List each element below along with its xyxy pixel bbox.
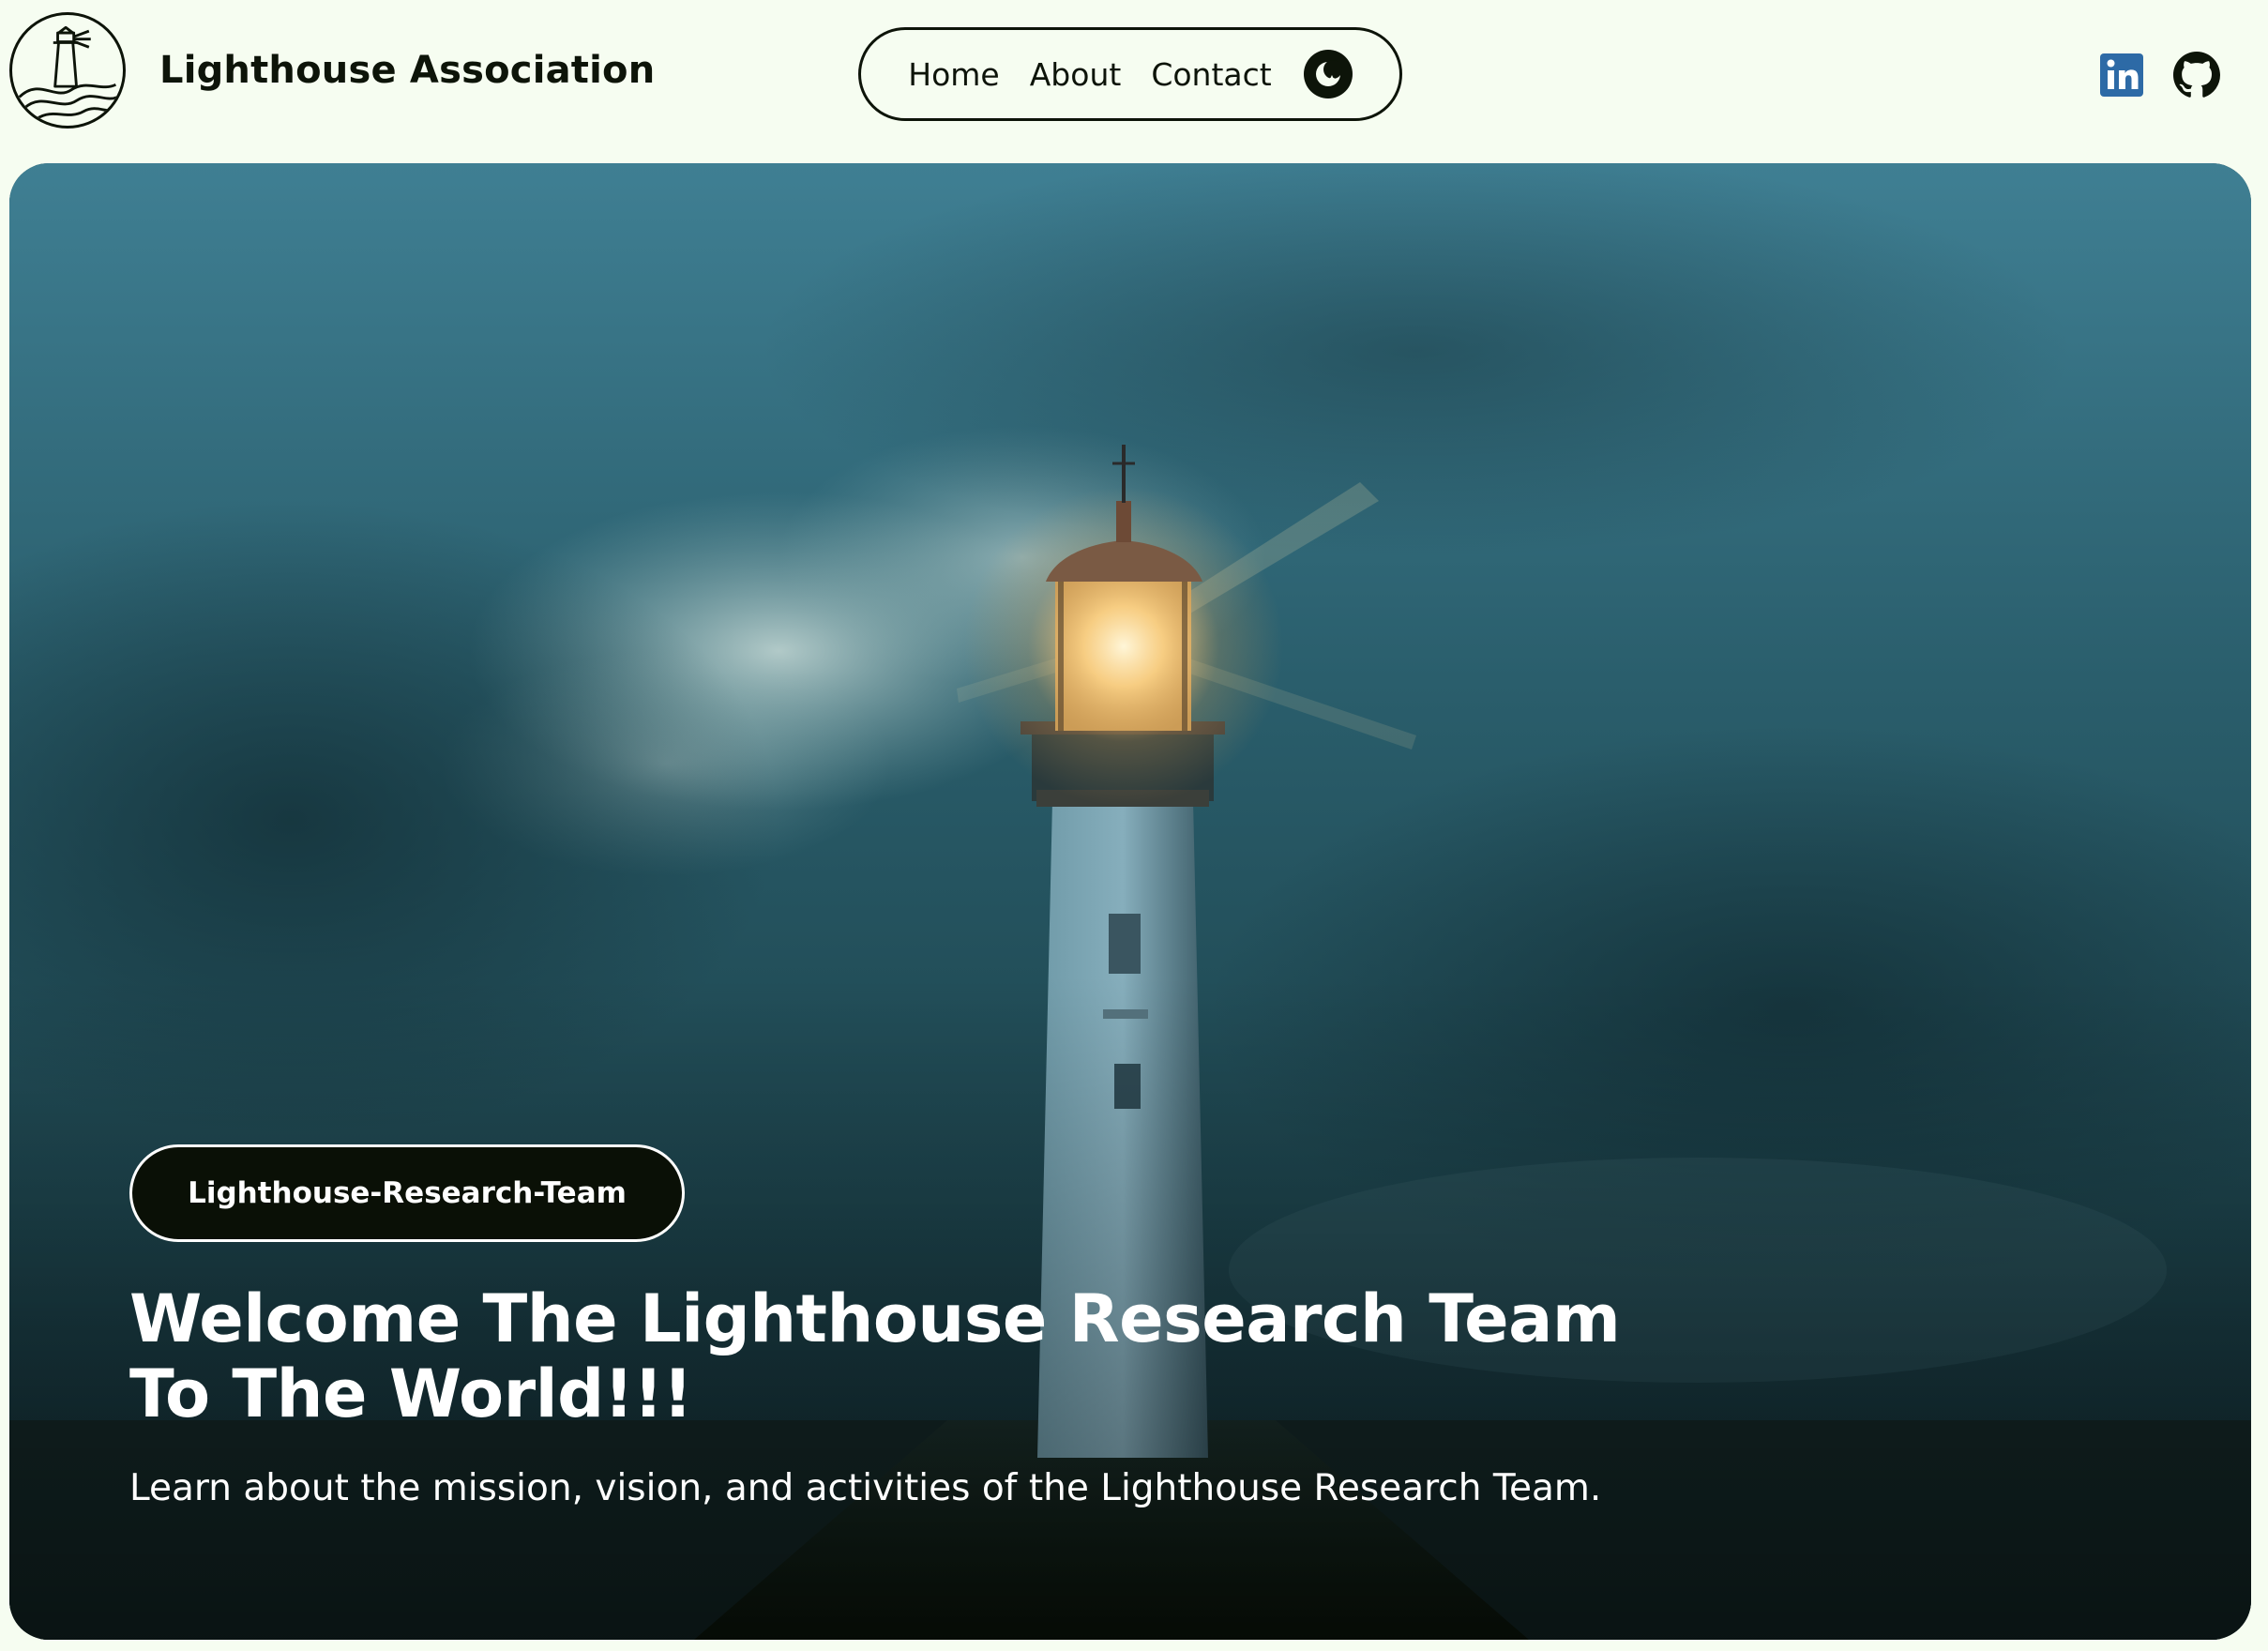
theme-toggle-button[interactable] (1303, 50, 1353, 98)
nav-about[interactable]: About (1030, 56, 1122, 93)
nav-home[interactable]: Home (908, 56, 999, 93)
hero-subtitle: Learn about the mission, vision, and act… (129, 1467, 1602, 1509)
linkedin-icon (2100, 53, 2143, 97)
linkedin-link[interactable] (2098, 52, 2145, 98)
github-link[interactable] (2173, 52, 2220, 98)
github-icon (2173, 52, 2220, 98)
hero-title: Welcome The Lighthouse Research Team To … (129, 1280, 1621, 1432)
nav-contact[interactable]: Contact (1151, 56, 1271, 93)
logo[interactable] (9, 12, 126, 129)
moon-icon (1315, 60, 1342, 86)
lighthouse-logo-icon (18, 25, 118, 120)
main-nav: Home About Contact (858, 27, 1402, 121)
hero-banner: Lighthouse-Research-Team Welcome The Lig… (9, 163, 2251, 1640)
team-badge[interactable]: Lighthouse-Research-Team (129, 1144, 685, 1242)
brand-name[interactable]: Lighthouse Association (159, 49, 655, 92)
